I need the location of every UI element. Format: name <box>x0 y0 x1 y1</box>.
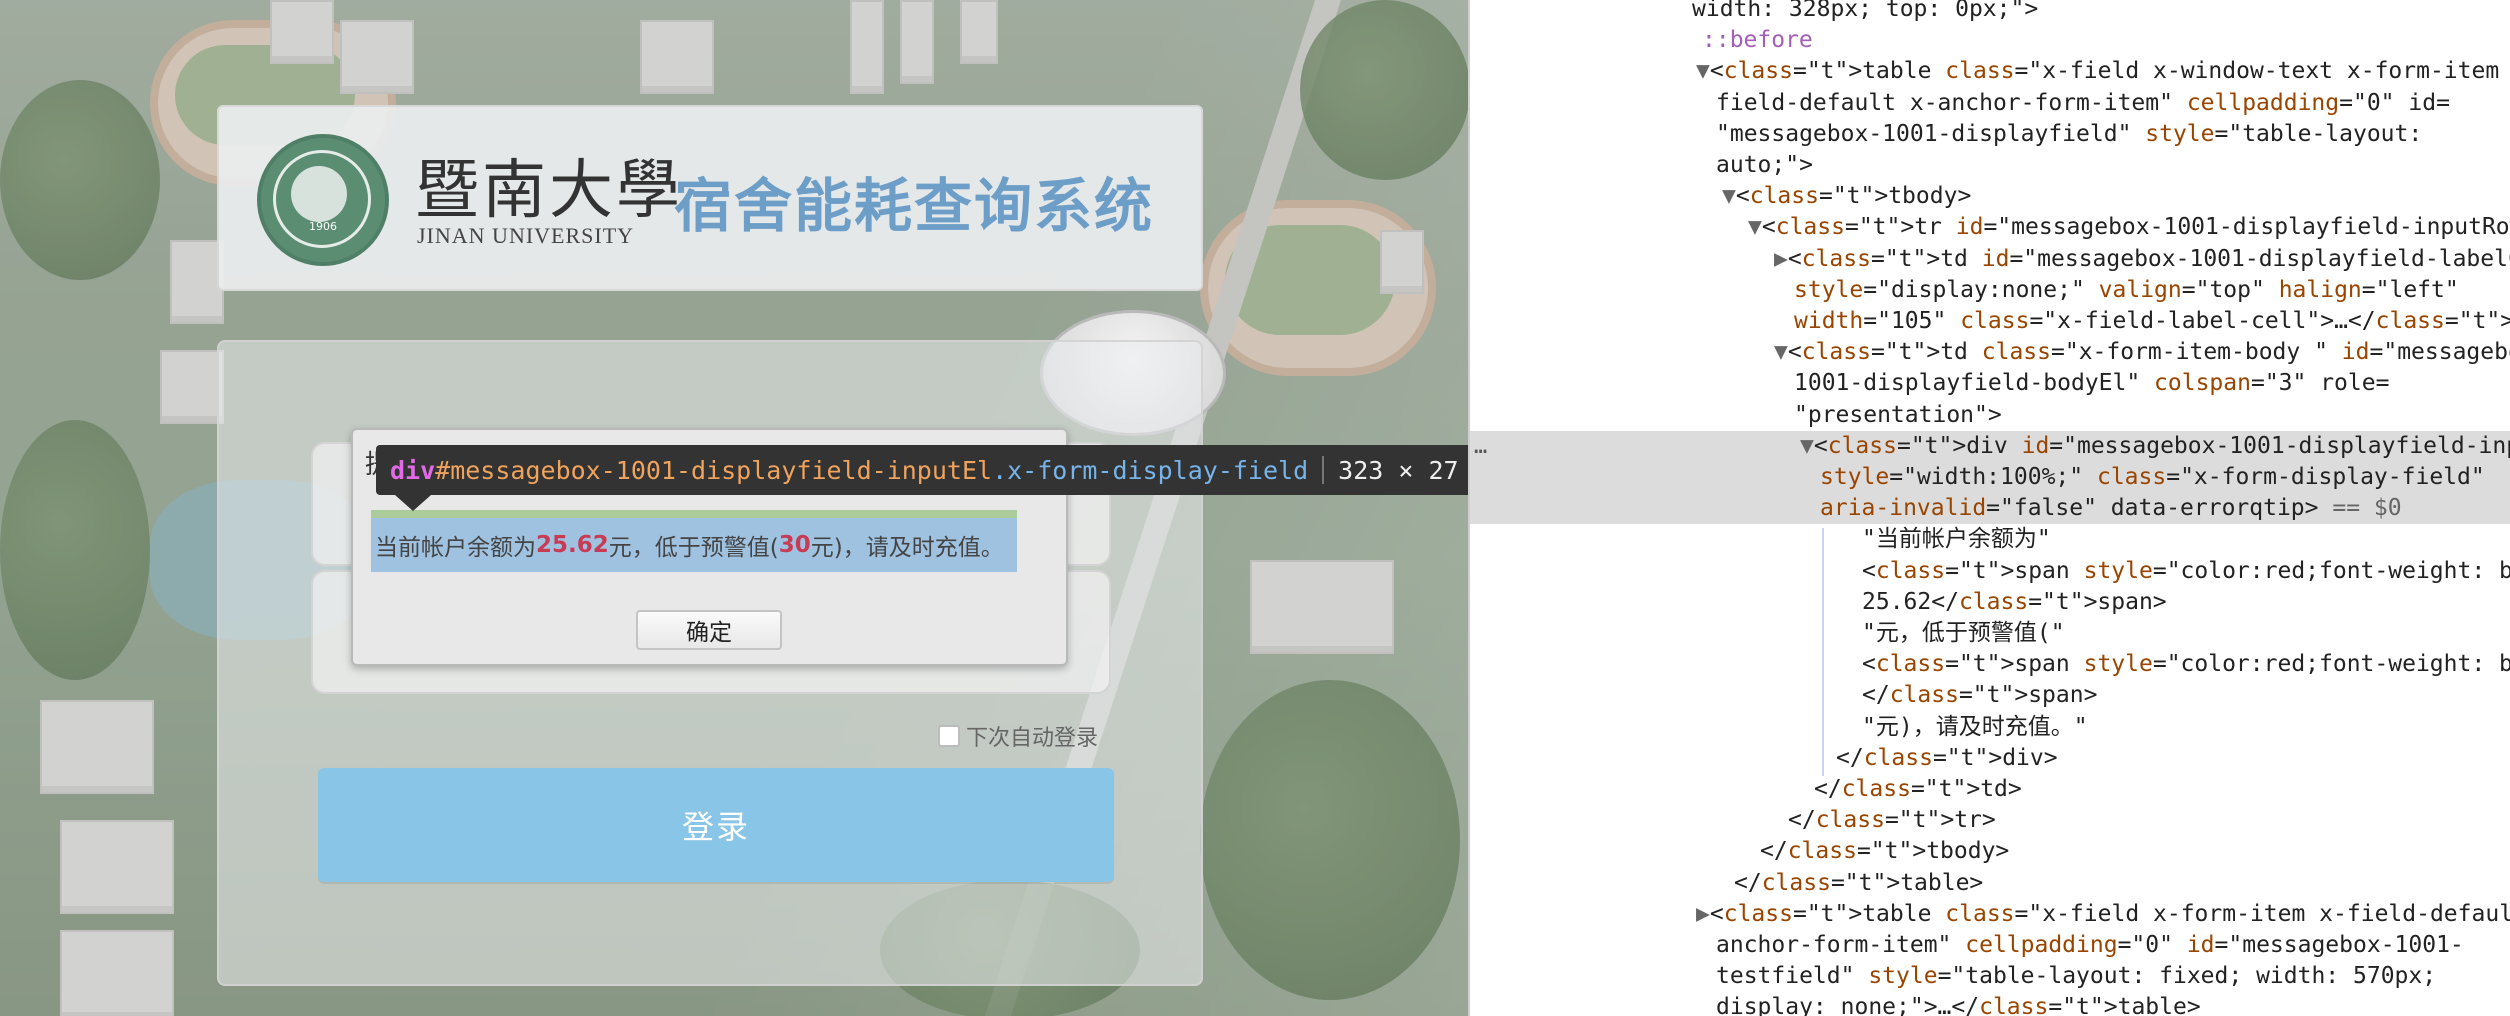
dom-tree-line[interactable]: style="display:none;" valign="top" halig… <box>1470 275 2510 306</box>
dom-tree-line[interactable]: ::before <box>1470 25 2510 56</box>
inspect-tooltip-arrow <box>395 495 431 511</box>
ok-button[interactable]: 确定 <box>636 610 782 650</box>
tooltip-tag: div <box>390 455 436 485</box>
dom-tree-line[interactable]: ▼<class="t">tr id="messagebox-1001-displ… <box>1470 212 2510 243</box>
balance-value: 25.62 <box>536 532 609 558</box>
dom-tree-line[interactable]: </class="t">span> <box>1470 680 2510 711</box>
dom-tree-line[interactable]: auto;"> <box>1470 150 2510 181</box>
tooltip-dimensions: 323 × 27 <box>1338 455 1459 485</box>
dom-tree-line[interactable]: testfield" style="table-layout: fixed; w… <box>1470 961 2510 992</box>
message-text-after: 元)，请及时充值。 <box>810 535 1004 561</box>
dom-tree-line[interactable]: </class="t">td> <box>1470 774 2510 805</box>
tooltip-id: #messagebox-1001-displayfield-inputEl <box>435 455 993 485</box>
system-title: 宿舍能耗查询系统 <box>674 172 1155 240</box>
dom-tree-line[interactable]: ▶<class="t">td id="messagebox-1001-displ… <box>1470 244 2510 275</box>
dom-tree-line[interactable]: 1001-displayfield-bodyEl" colspan="3" ro… <box>1470 368 2510 399</box>
dom-tree-line[interactable]: <class="t">span style="color:red;font-we… <box>1470 556 2510 587</box>
dom-tree-line[interactable]: </class="t">tr> <box>1470 805 2510 836</box>
dom-tree-line[interactable]: field-default x-anchor-form-item" cellpa… <box>1470 88 2510 119</box>
dom-tree-line[interactable]: aria-invalid="false" data-errorqtip> == … <box>1470 493 2510 525</box>
dom-tree-line[interactable]: display: none;">…</class="t">table> <box>1470 992 2510 1016</box>
remember-me-checkbox[interactable] <box>938 725 960 747</box>
university-seal-logo: 1906 <box>257 134 389 266</box>
message-text-before: 当前帐户余额为 <box>375 535 536 561</box>
dom-tree-line[interactable]: ▼<class="t">td class="x-form-item-body "… <box>1470 337 2510 368</box>
dom-tree-line[interactable]: "presentation"> <box>1470 400 2510 431</box>
tooltip-class: .x-form-display-field <box>992 455 1309 485</box>
dom-tree-line[interactable]: <class="t">span style="color:red;font-we… <box>1470 649 2510 680</box>
seal-year: 1906 <box>309 220 337 233</box>
dom-tree-line[interactable]: </class="t">div> <box>1470 743 2510 774</box>
devtools-elements-panel: width: 328px; top: 0px;">::before ▼<class… <box>1468 0 2510 1016</box>
dom-tree-line[interactable]: ▼<class="t">div id="messagebox-1001-disp… <box>1470 430 2510 462</box>
tooltip-separator <box>1322 456 1325 484</box>
dom-tree-line[interactable]: ▼<class="t">table class="x-field x-windo… <box>1470 56 2510 87</box>
remember-me-label: 下次自动登录 <box>966 726 1099 751</box>
dom-tree-line[interactable]: ▶<class="t">table class="x-field x-form-… <box>1470 899 2510 930</box>
remember-me[interactable]: 下次自动登录 <box>938 720 1098 752</box>
dom-tree-line[interactable]: "当前帐户余额为" <box>1470 524 2510 555</box>
dom-tree-line[interactable]: ▼<class="t">tbody> <box>1470 181 2510 212</box>
gutter-menu-icon[interactable]: … <box>1474 434 1487 459</box>
dom-tree-line[interactable]: anchor-form-item" cellpadding="0" id="me… <box>1470 930 2510 961</box>
message-display-field: 当前帐户余额为 25.62 元，低于预警值(30 元)，请及时充值。 <box>371 510 1017 572</box>
inspect-tooltip: div #messagebox-1001-displayfield-inputEl… <box>376 445 1468 495</box>
dom-tree-line[interactable]: </class="t">table> <box>1470 868 2510 899</box>
login-button[interactable]: 登录 <box>318 768 1114 882</box>
message-text-middle: 元，低于预警值( <box>608 535 779 561</box>
dom-tree-line[interactable]: style="width:100%;" class="x-form-displa… <box>1470 462 2510 493</box>
dom-tree-line[interactable]: "messagebox-1001-displayfield" style="ta… <box>1470 119 2510 150</box>
university-name-cn: 暨南大學 <box>415 154 683 228</box>
dom-tree-line[interactable]: </class="t">tbody> <box>1470 836 2510 867</box>
site-header: 1906 暨南大學 JINAN UNIVERSITY 宿舍能耗查询系统 <box>217 105 1203 291</box>
threshold-value: 30 <box>778 532 811 558</box>
dom-tree-line[interactable]: 25.62</class="t">span> <box>1470 587 2510 618</box>
dom-tree-line[interactable]: "元，低于预警值(" <box>1470 618 2510 649</box>
page-viewport: 1906 暨南大學 JINAN UNIVERSITY 宿舍能耗查询系统 下次自动… <box>0 0 1468 1016</box>
dom-tree-line[interactable]: "元)，请及时充值。" <box>1470 712 2510 743</box>
dom-tree-line[interactable]: width="105" class="x-field-label-cell">…… <box>1470 306 2510 337</box>
dom-tree-line[interactable]: width: 328px; top: 0px;"> <box>1470 0 2510 25</box>
university-name-en: JINAN UNIVERSITY <box>417 223 635 248</box>
